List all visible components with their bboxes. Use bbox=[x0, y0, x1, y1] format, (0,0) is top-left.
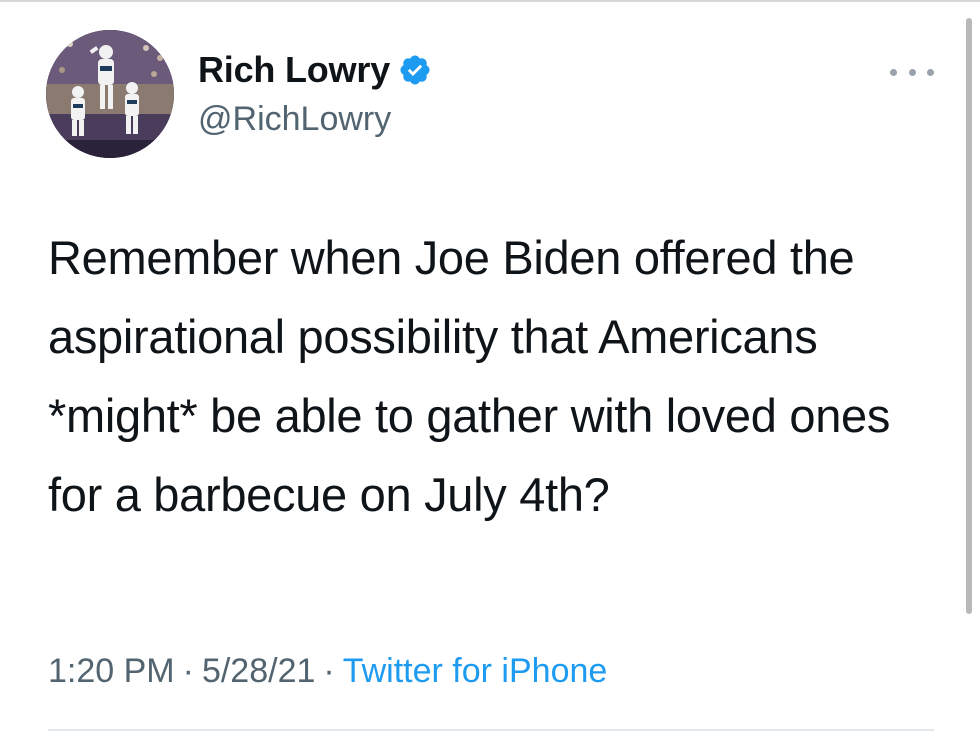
tweet-source-link[interactable]: Twitter for iPhone bbox=[343, 652, 608, 690]
author-name-row: Rich Lowry bbox=[198, 48, 432, 92]
more-dot bbox=[927, 68, 934, 76]
more-dot bbox=[890, 68, 897, 76]
scrollbar[interactable] bbox=[966, 18, 972, 614]
author-handle[interactable]: @RichLowry bbox=[198, 100, 432, 139]
tweet-meta: 1:20 PM · 5/28/21 · Twitter for iPhone bbox=[48, 652, 607, 691]
avatar-photo bbox=[46, 30, 174, 158]
bottom-divider bbox=[48, 729, 934, 731]
author-display-name[interactable]: Rich Lowry bbox=[198, 49, 390, 91]
tweet-time[interactable]: 1:20 PM bbox=[48, 652, 175, 690]
avatar[interactable] bbox=[46, 30, 174, 158]
more-options-icon[interactable] bbox=[890, 60, 934, 84]
meta-separator: · bbox=[323, 652, 335, 690]
tweet-card: Rich Lowry @RichLowry Remember when Joe … bbox=[0, 0, 980, 734]
tweet-text: Remember when Joe Biden offered the aspi… bbox=[48, 231, 891, 521]
tweet-date[interactable]: 5/28/21 bbox=[202, 652, 315, 690]
author-info: Rich Lowry @RichLowry bbox=[198, 48, 432, 139]
meta-separator: · bbox=[182, 652, 194, 690]
verified-badge-icon bbox=[398, 53, 432, 87]
more-dot bbox=[908, 68, 916, 76]
